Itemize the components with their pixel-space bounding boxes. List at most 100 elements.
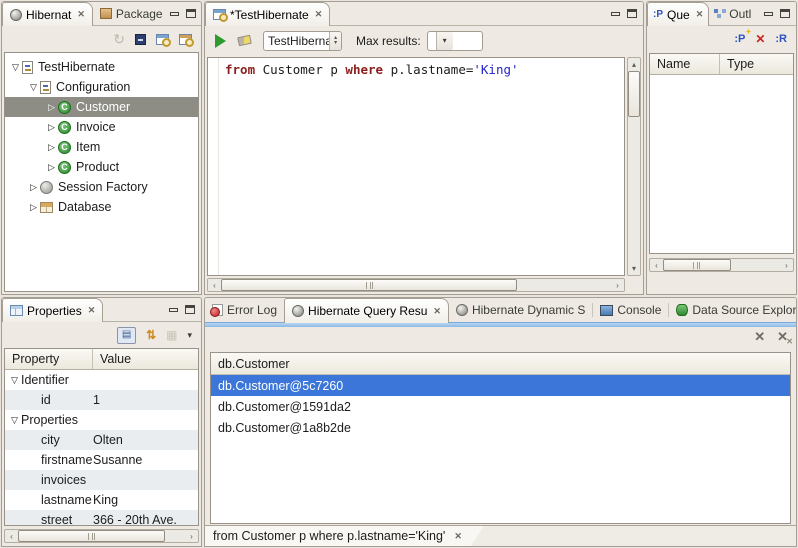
close-icon[interactable]: ✕ [696, 9, 704, 20]
expander-icon[interactable]: ▽ [8, 375, 21, 386]
expander-icon[interactable]: ▷ [45, 142, 58, 153]
hibernate-configurations-view: Hibernat ✕ Package ↻ ▽ TestHibernate ▽ C… [1, 1, 202, 295]
tab-testhibernate-editor[interactable]: *TestHibernate ✕ [205, 2, 330, 26]
tree-item-label: Customer [76, 100, 130, 114]
result-row[interactable]: db.Customer@5c7260 [211, 375, 790, 396]
view-menu-icon[interactable]: ▾ [187, 331, 192, 340]
minimize-icon[interactable] [611, 12, 620, 16]
tab-package-explorer[interactable]: Package [93, 2, 170, 25]
configuration-combo[interactable]: TestHiberna ▴▾ [263, 31, 342, 51]
scroll-right-icon[interactable]: › [185, 530, 198, 542]
tree-item-testhibernate[interactable]: ▽ TestHibernate [5, 57, 198, 77]
scroll-left-icon[interactable]: ‹ [208, 279, 221, 291]
scroll-right-icon[interactable]: › [780, 259, 793, 271]
maximize-icon[interactable] [186, 9, 196, 18]
sort-icon[interactable]: ⇅ [146, 329, 156, 341]
tab-query-parameters[interactable]: :P Que ✕ [647, 2, 709, 26]
maximize-icon[interactable] [780, 9, 790, 18]
tree-item-session-factory[interactable]: ▷ Session Factory [5, 177, 198, 197]
refresh-icon[interactable]: ↻ [113, 32, 125, 46]
filter-icon[interactable]: ▦ [166, 329, 177, 341]
close-icon[interactable]: ✕ [315, 9, 323, 20]
run-query-icon[interactable] [215, 34, 226, 48]
tab-outline[interactable]: Outl [709, 2, 756, 25]
tab-hibernate-configurations[interactable]: Hibernat ✕ [2, 2, 93, 26]
add-configuration-icon[interactable] [135, 34, 146, 45]
expander-icon[interactable]: ▽ [9, 62, 22, 73]
property-row-city[interactable]: city Olten [5, 430, 198, 450]
expander-icon[interactable]: ▷ [45, 162, 58, 173]
expander-icon[interactable]: ▷ [27, 202, 40, 213]
scroll-down-icon[interactable]: ▾ [628, 262, 640, 275]
expander-icon[interactable]: ▷ [27, 182, 40, 193]
editor-toolbar: TestHiberna ▴▾ Max results: ▾ [205, 26, 643, 55]
remove-all-results-icon[interactable]: ✕✕ [777, 330, 788, 343]
maximize-icon[interactable] [627, 9, 637, 18]
open-criteria-editor-icon[interactable] [179, 34, 192, 45]
tab-hibernate-query-results[interactable]: Hibernate Query Resu ✕ [284, 298, 449, 323]
params-horizontal-scrollbar[interactable]: ‹ › [649, 258, 794, 272]
tab-label: Hibernate Dynamic S [472, 303, 585, 317]
result-row[interactable]: db.Customer@1591da2 [211, 396, 790, 417]
tab-error-log[interactable]: Error Log [205, 298, 284, 322]
tree-item-invoice[interactable]: ▷ C Invoice [5, 117, 198, 137]
column-property: Property [5, 349, 93, 369]
minimize-icon[interactable] [170, 12, 179, 16]
property-row-properties[interactable]: ▽Properties [5, 410, 198, 430]
property-row-id[interactable]: id 1 [5, 390, 198, 410]
close-icon[interactable]: ✕ [88, 305, 96, 316]
scroll-left-icon[interactable]: ‹ [650, 259, 663, 271]
editor-horizontal-scrollbar[interactable]: ‹ › [207, 278, 625, 292]
close-icon[interactable]: ✕ [77, 9, 85, 20]
minimize-icon[interactable] [169, 308, 178, 312]
tab-hibernate-dynamic-sql[interactable]: Hibernate Dynamic S [449, 298, 592, 322]
property-row-invoices[interactable]: invoices [5, 470, 198, 490]
scrollbar-thumb[interactable] [221, 279, 517, 291]
max-results-combo[interactable]: ▾ [427, 31, 483, 51]
maximize-icon[interactable] [185, 305, 195, 314]
scroll-up-icon[interactable]: ▴ [628, 58, 640, 71]
minimize-icon[interactable] [764, 12, 773, 16]
clear-parameters-icon[interactable]: :R [775, 34, 787, 45]
tab-properties[interactable]: Properties ✕ [2, 298, 103, 322]
hql-code-area[interactable]: from Customer p where p.lastname='King' [207, 57, 625, 276]
property-row-lastname[interactable]: lastname King [5, 490, 198, 510]
result-row[interactable]: db.Customer@1a8b2de [211, 417, 790, 438]
clear-editor-icon[interactable] [237, 35, 252, 47]
scroll-left-icon[interactable]: ‹ [5, 530, 18, 542]
scroll-right-icon[interactable]: › [611, 279, 624, 291]
expander-icon[interactable]: ▽ [27, 82, 40, 93]
configurations-tree: ▽ TestHibernate ▽ Configuration ▷ C Cust… [4, 52, 199, 292]
scrollbar-thumb[interactable] [663, 259, 731, 271]
tab-label: Error Log [227, 303, 277, 317]
query-page-tab[interactable]: from Customer p where p.lastname='King' … [205, 526, 484, 546]
tree-item-database[interactable]: ▷ Database [5, 197, 198, 217]
tree-item-product[interactable]: ▷ C Product [5, 157, 198, 177]
new-parameter-icon[interactable]: :P✦ [734, 34, 745, 45]
tree-item-customer[interactable]: ▷ C Customer [5, 97, 198, 117]
tree-item-item[interactable]: ▷ C Item [5, 137, 198, 157]
code-keyword: where [345, 62, 383, 77]
property-row-street[interactable]: street 366 - 20th Ave. [5, 510, 198, 526]
tree-item-configuration[interactable]: ▽ Configuration [5, 77, 198, 97]
close-icon[interactable]: ✕ [454, 531, 462, 542]
show-categories-icon[interactable]: ▤ [117, 327, 136, 344]
class-icon: C [58, 101, 71, 114]
remove-result-icon[interactable]: ✕ [754, 330, 765, 343]
tab-console[interactable]: Console [593, 298, 668, 322]
delete-parameter-icon[interactable]: ✕ [755, 33, 765, 45]
expander-icon[interactable]: ▷ [45, 102, 58, 113]
spinner-icon[interactable]: ▴▾ [329, 32, 341, 50]
scrollbar-thumb[interactable] [18, 530, 165, 542]
close-icon[interactable]: ✕ [433, 306, 441, 317]
chevron-down-icon[interactable]: ▾ [436, 32, 453, 50]
property-row-firstname[interactable]: firstname Susanne [5, 450, 198, 470]
properties-horizontal-scrollbar[interactable]: ‹ › [4, 529, 199, 543]
property-row-identifier[interactable]: ▽Identifier [5, 370, 198, 390]
open-hql-editor-icon[interactable] [156, 34, 169, 45]
scrollbar-thumb[interactable] [628, 71, 640, 117]
expander-icon[interactable]: ▽ [8, 415, 21, 426]
editor-vertical-scrollbar[interactable]: ▴ ▾ [627, 57, 641, 276]
expander-icon[interactable]: ▷ [45, 122, 58, 133]
tab-data-source-explorer[interactable]: Data Source Explorer [669, 298, 797, 322]
